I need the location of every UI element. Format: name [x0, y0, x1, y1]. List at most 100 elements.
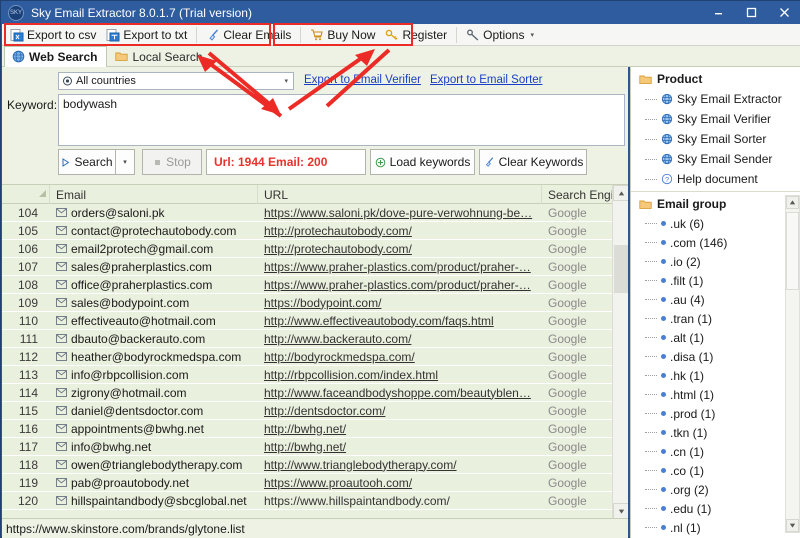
row-email[interactable]: effectiveauto@hotmail.com: [50, 312, 258, 330]
email-group-item-14[interactable]: .org (2): [631, 480, 800, 499]
row-url[interactable]: https://www.praher-plastics.com/product/…: [258, 258, 542, 276]
row-url[interactable]: https://www.saloni.pk/dove-pure-verwohnu…: [258, 204, 542, 222]
export-to-email-sorter-link[interactable]: Export to Email Sorter: [430, 74, 542, 86]
row-url[interactable]: https://www.praher-plastics.com/product/…: [258, 276, 542, 294]
country-select[interactable]: All countries ▾: [58, 72, 294, 90]
scroll-up-arrow-icon[interactable]: [613, 185, 628, 201]
keyword-input[interactable]: [58, 94, 625, 146]
register-button[interactable]: Register: [380, 25, 452, 44]
row-email[interactable]: appointments@bwhg.net: [50, 420, 258, 438]
product-item-4[interactable]: ? Help document: [631, 169, 800, 189]
row-email[interactable]: pab@proautobody.net: [50, 474, 258, 492]
row-email[interactable]: contact@protechautobody.com: [50, 222, 258, 240]
email-group-scrollbar-thumb[interactable]: [786, 212, 799, 290]
row-url[interactable]: http://www.backerauto.com/: [258, 330, 542, 348]
scroll-down-arrow-icon[interactable]: [786, 519, 799, 532]
table-row[interactable]: 120 hillspaintandbody@sbcglobal.net https:…: [2, 492, 628, 510]
row-url[interactable]: https://bodypoint.com/: [258, 294, 542, 312]
row-url[interactable]: http://protechautobody.com/: [258, 240, 542, 258]
email-group-item-5[interactable]: .tran (1): [631, 309, 800, 328]
product-item-1[interactable]: Sky Email Verifier: [631, 109, 800, 129]
email-group-item-2[interactable]: .io (2): [631, 252, 800, 271]
product-item-3[interactable]: Sky Email Sender: [631, 149, 800, 169]
row-email[interactable]: sales@praherplastics.com: [50, 258, 258, 276]
row-url[interactable]: http://www.faceandbodyshoppe.com/beautyb…: [258, 384, 542, 402]
load-keywords-button[interactable]: Load keywords: [370, 149, 475, 175]
table-row[interactable]: 114 zigrony@hotmail.com http://www.faceand…: [2, 384, 628, 402]
row-email[interactable]: info@bwhg.net: [50, 438, 258, 456]
email-group-item-8[interactable]: .hk (1): [631, 366, 800, 385]
table-row[interactable]: 118 owen@trianglebodytherapy.com http://ww…: [2, 456, 628, 474]
table-row[interactable]: 116 appointments@bwhg.net http://bwhg.net/…: [2, 420, 628, 438]
row-url[interactable]: http://bwhg.net/: [258, 420, 542, 438]
clear-emails-button[interactable]: Clear Emails: [201, 25, 296, 44]
email-group-item-10[interactable]: .prod (1): [631, 404, 800, 423]
email-group-item-13[interactable]: .co (1): [631, 461, 800, 480]
close-button[interactable]: [768, 1, 800, 24]
export-to-txt-button[interactable]: Export to txt: [101, 25, 192, 44]
email-group-item-1[interactable]: .com (146): [631, 233, 800, 252]
row-url[interactable]: http://bodyrockmedspa.com/: [258, 348, 542, 366]
clear-keywords-button[interactable]: Clear Keywords: [479, 149, 587, 175]
row-email[interactable]: email2protech@gmail.com: [50, 240, 258, 258]
table-row[interactable]: 113 info@rbpcollision.com http://rbpcollis…: [2, 366, 628, 384]
export-to-csv-button[interactable]: Export to csv: [5, 25, 101, 44]
email-group-item-6[interactable]: .alt (1): [631, 328, 800, 347]
table-row[interactable]: 117 info@bwhg.net http://bwhg.net/Google: [2, 438, 628, 456]
row-email[interactable]: dbauto@backerauto.com: [50, 330, 258, 348]
email-group-item-3[interactable]: .filt (1): [631, 271, 800, 290]
stop-button[interactable]: Stop: [142, 149, 202, 175]
row-url[interactable]: https://www.proautooh.com/: [258, 474, 542, 492]
product-item-2[interactable]: Sky Email Sorter: [631, 129, 800, 149]
email-group-item-11[interactable]: .tkn (1): [631, 423, 800, 442]
row-email[interactable]: daniel@dentsdoctor.com: [50, 402, 258, 420]
grid-header-email[interactable]: Email: [50, 185, 258, 204]
grid-scrollbar-thumb[interactable]: [614, 245, 628, 293]
row-url[interactable]: http://rbpcollision.com/index.html: [258, 366, 542, 384]
table-row[interactable]: 112 heather@bodyrockmedspa.com http://body…: [2, 348, 628, 366]
email-group-item-12[interactable]: .cn (1): [631, 442, 800, 461]
table-row[interactable]: 109 sales@bodypoint.com https://bodypoint.…: [2, 294, 628, 312]
table-row[interactable]: 107 sales@praherplastics.com https://www.p…: [2, 258, 628, 276]
chevron-down-icon[interactable]: ▾: [284, 77, 290, 85]
scroll-up-arrow-icon[interactable]: [786, 196, 799, 209]
buy-now-button[interactable]: Buy Now: [305, 25, 380, 44]
email-group-item-15[interactable]: .edu (1): [631, 499, 800, 518]
product-item-0[interactable]: Sky Email Extractor: [631, 89, 800, 109]
row-url[interactable]: https://www.hillspaintandbody.com/: [258, 492, 542, 510]
minimize-button[interactable]: [702, 1, 735, 24]
search-dropdown-button[interactable]: ▾: [115, 149, 135, 175]
email-group-item-7[interactable]: .disa (1): [631, 347, 800, 366]
tab-web-search[interactable]: Web Search: [4, 46, 108, 67]
row-email[interactable]: office@praherplastics.com: [50, 276, 258, 294]
email-group-item-16[interactable]: .nl (1): [631, 518, 800, 537]
row-url[interactable]: http://bwhg.net/: [258, 438, 542, 456]
grid-vertical-scrollbar[interactable]: [612, 185, 628, 518]
email-group-item-0[interactable]: .uk (6): [631, 214, 800, 233]
row-url[interactable]: http://www.trianglebodytherapy.com/: [258, 456, 542, 474]
email-group-item-9[interactable]: .html (1): [631, 385, 800, 404]
row-email[interactable]: sales@bodypoint.com: [50, 294, 258, 312]
options-button[interactable]: Options ▾: [461, 25, 539, 44]
row-url[interactable]: http://protechautobody.com/: [258, 222, 542, 240]
row-email[interactable]: info@rbpcollision.com: [50, 366, 258, 384]
email-group-scrollbar[interactable]: [785, 195, 800, 533]
row-email[interactable]: hillspaintandbody@sbcglobal.net: [50, 492, 258, 510]
row-email[interactable]: owen@trianglebodytherapy.com: [50, 456, 258, 474]
table-row[interactable]: 106 email2protech@gmail.com http://protech…: [2, 240, 628, 258]
row-email[interactable]: heather@bodyrockmedspa.com: [50, 348, 258, 366]
row-email[interactable]: zigrony@hotmail.com: [50, 384, 258, 402]
table-row[interactable]: 110 effectiveauto@hotmail.com http://www.e…: [2, 312, 628, 330]
table-row[interactable]: 105 contact@protechautobody.com http://pro…: [2, 222, 628, 240]
row-email[interactable]: orders@saloni.pk: [50, 204, 258, 222]
table-row[interactable]: 115 daniel@dentsdoctor.com http://dentsdoc…: [2, 402, 628, 420]
table-row[interactable]: 108 office@praherplastics.com https://www.…: [2, 276, 628, 294]
export-to-email-verifier-link[interactable]: Export to Email Verifier: [304, 74, 421, 86]
grid-header-url[interactable]: URL: [258, 185, 542, 204]
scroll-down-arrow-icon[interactable]: [613, 503, 628, 518]
email-group-item-4[interactable]: .au (4): [631, 290, 800, 309]
grid-header-index[interactable]: [2, 185, 50, 204]
row-url[interactable]: http://dentsdoctor.com/: [258, 402, 542, 420]
maximize-button[interactable]: [735, 1, 768, 24]
row-url[interactable]: http://www.effectiveautobody.com/faqs.ht…: [258, 312, 542, 330]
